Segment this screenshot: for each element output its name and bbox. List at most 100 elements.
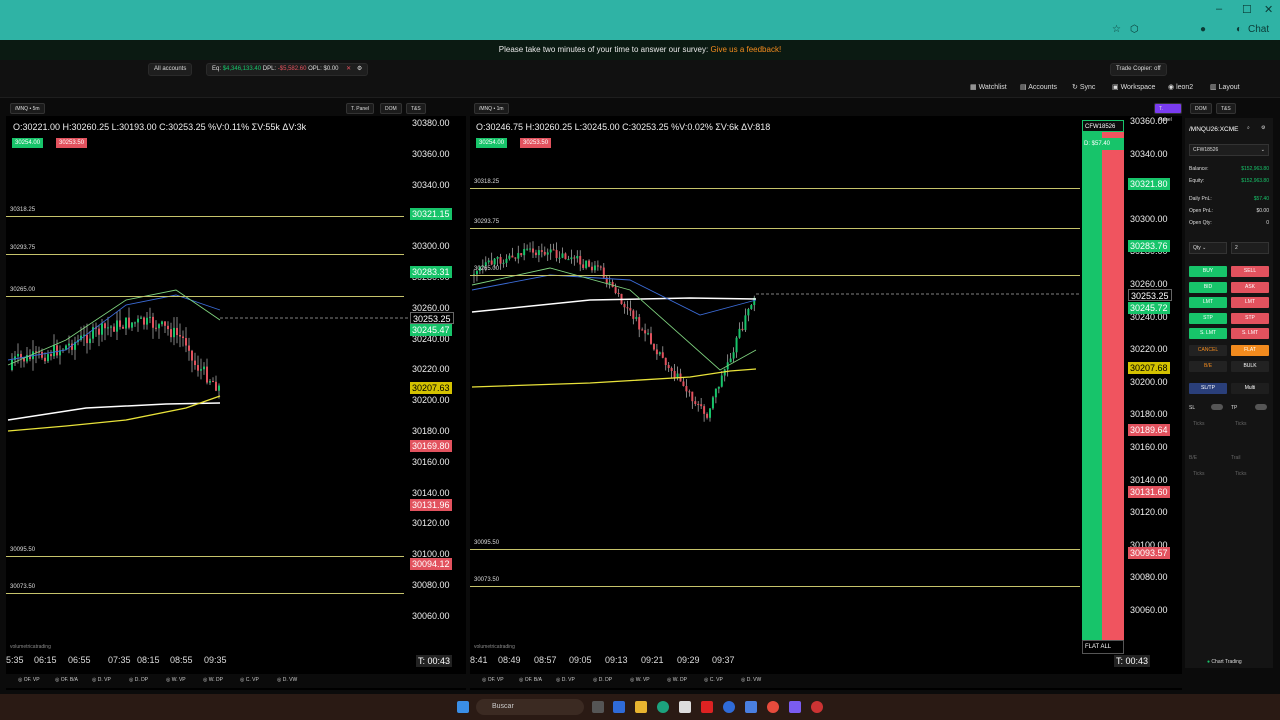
chart-trading-toggle[interactable]: ● Chart Trading — [1207, 659, 1242, 665]
bookmark-icon[interactable]: ☆ — [1112, 24, 1121, 35]
indicator-toggle[interactable]: ◎ D. VW — [741, 677, 761, 683]
close-icon[interactable]: ✕ — [346, 66, 351, 72]
sl-toggle[interactable] — [1211, 404, 1223, 410]
level-line[interactable] — [470, 586, 1080, 587]
search-icon[interactable]: ⌕ — [1247, 125, 1250, 131]
indicator-toggle[interactable]: ◎ C. VP — [704, 677, 723, 683]
account-select[interactable]: CFW18526 ⌄ — [1189, 144, 1269, 156]
trade-symbol[interactable]: /MNQU26:XCME — [1189, 126, 1238, 133]
flat-button[interactable]: FLAT — [1231, 345, 1269, 356]
indicator-toggle[interactable]: ◎ OF. VP — [18, 677, 40, 683]
level-line[interactable] — [470, 228, 1080, 229]
survey-banner: Please take two minutes of your time to … — [0, 40, 1280, 60]
maximize-icon[interactable]: ☐ — [1242, 3, 1252, 16]
indicator-toggle[interactable]: ◎ D. VP — [92, 677, 111, 683]
edge-icon[interactable] — [657, 701, 669, 713]
close-icon[interactable]: ✕ — [1264, 3, 1273, 16]
app-icon[interactable] — [789, 701, 801, 713]
help-icon[interactable] — [723, 701, 735, 713]
windows-start-icon[interactable] — [457, 701, 469, 713]
account-select[interactable]: All accounts — [148, 63, 193, 76]
nav-user[interactable]: ◉ leon2 — [1168, 83, 1193, 91]
price-box: 30093.57 — [1128, 547, 1170, 559]
feedback-link[interactable]: Give us a feedback! — [710, 45, 781, 54]
chrome-icon[interactable] — [767, 701, 779, 713]
indicator-toggle[interactable]: ◎ D. VW — [277, 677, 297, 683]
trade-copier[interactable]: Trade Copier: off — [1110, 63, 1167, 76]
indicator-toggle[interactable]: ◎ OF. VP — [482, 677, 504, 683]
level-line[interactable] — [6, 593, 404, 594]
candle-body — [543, 251, 546, 255]
minimize-icon[interactable]: – — [1216, 3, 1222, 15]
indicator-toggle[interactable]: ◎ W. DP — [203, 677, 223, 683]
app-icon[interactable] — [811, 701, 823, 713]
dom-bar-green[interactable] — [1082, 120, 1102, 640]
dom-bar-red[interactable] — [1102, 120, 1124, 640]
sell-stp-button[interactable]: STP — [1231, 312, 1269, 324]
candle-body — [499, 256, 502, 264]
price-axis-label: 30180.00 — [412, 426, 450, 436]
qty-input[interactable]: 2 — [1231, 242, 1269, 254]
buy-bid-button[interactable]: BID — [1189, 281, 1227, 293]
nav-watchlist[interactable]: ▦ Watchlist — [970, 83, 1007, 91]
indicator-toggle[interactable]: ◎ D. VP — [556, 677, 575, 683]
app-icon[interactable] — [701, 701, 713, 713]
cancel-button[interactable]: CANCEL — [1189, 345, 1227, 356]
buy-lmt-button[interactable]: LMT — [1189, 297, 1227, 308]
candle-body — [113, 326, 115, 332]
task-view-icon[interactable] — [592, 701, 604, 713]
nav-layout[interactable]: ▥ Layout — [1210, 83, 1240, 91]
account-tag[interactable]: CFW18526 — [1082, 120, 1124, 132]
level-line[interactable] — [470, 188, 1080, 189]
sell-lmt-button[interactable]: LMT — [1231, 297, 1269, 308]
indicator-toggle[interactable]: ◎ D. DP — [593, 677, 612, 683]
flat-all-button[interactable]: FLAT ALL — [1082, 640, 1124, 654]
chart-right[interactable]: /MNQ • 1m T. Panel DOM T&S O:30246.75 H:… — [470, 100, 1236, 690]
sell-slmt-button[interactable]: S. LMT — [1231, 328, 1269, 339]
level-line[interactable] — [6, 296, 404, 297]
nav-accounts[interactable]: ▤ Accounts — [1020, 83, 1057, 91]
tp-toggle[interactable] — [1255, 404, 1267, 410]
qty-select[interactable]: Qty ⌄ — [1189, 242, 1227, 254]
gear-icon[interactable]: ⚙ — [1261, 125, 1265, 131]
indicator-toggle[interactable]: ◎ OF. B/A — [55, 677, 78, 683]
buy-stp-button[interactable]: STP — [1189, 312, 1227, 324]
search-box[interactable]: Buscar — [476, 699, 584, 715]
indicator-toggle[interactable]: ◎ W. DP — [667, 677, 687, 683]
indicator-toggle[interactable]: ◎ W. VP — [166, 677, 186, 683]
profile-icon[interactable]: ● — [1200, 24, 1206, 35]
sell-sell-button[interactable]: SELL — [1231, 266, 1269, 277]
nav-sync[interactable]: ↻ Sync — [1072, 83, 1095, 91]
store-icon[interactable] — [679, 701, 691, 713]
level-line[interactable] — [470, 275, 1080, 276]
level-line[interactable] — [6, 556, 404, 557]
chat-icon[interactable]: ◐ — [1236, 24, 1242, 35]
price-chart[interactable] — [6, 100, 466, 690]
ts-button[interactable]: T&S — [1216, 103, 1236, 114]
app-icon[interactable] — [745, 701, 757, 713]
level-line[interactable] — [6, 254, 404, 255]
chart-left[interactable]: /MNQ • 5m T. Panel DOM T&S O:30221.00 H:… — [6, 100, 466, 690]
sell-ask-button[interactable]: ASK — [1231, 281, 1269, 293]
indicator-toggle[interactable]: ◎ C. VP — [240, 677, 259, 683]
indicator-toggle[interactable]: ◎ W. VP — [630, 677, 650, 683]
gear-icon[interactable]: ⚙ — [357, 66, 362, 72]
buy-slmt-button[interactable]: S. LMT — [1189, 328, 1227, 339]
level-line[interactable] — [6, 216, 404, 217]
chat-label[interactable]: Chat — [1248, 24, 1269, 35]
app-icon[interactable] — [613, 701, 625, 713]
indicator-toggle[interactable]: ◎ D. DP — [129, 677, 148, 683]
extension-icon[interactable]: ⬡ — [1130, 24, 1139, 35]
multi-tab[interactable]: Multi — [1231, 383, 1269, 394]
bulk-button[interactable]: BULK — [1231, 361, 1269, 372]
sltp-tab[interactable]: SL/TP — [1189, 383, 1227, 394]
buy-buy-button[interactable]: BUY — [1189, 266, 1227, 277]
ma-yellow-line — [7, 395, 221, 432]
nav-workspace[interactable]: ▣ Workspace — [1112, 83, 1155, 91]
price-box: 30253.25 — [410, 312, 454, 324]
level-line[interactable] — [470, 549, 1080, 550]
folder-icon[interactable] — [635, 701, 647, 713]
indicator-toggle[interactable]: ◎ OF. B/A — [519, 677, 542, 683]
dom-button[interactable]: DOM — [1190, 103, 1212, 114]
be-button[interactable]: B/E — [1189, 361, 1227, 372]
